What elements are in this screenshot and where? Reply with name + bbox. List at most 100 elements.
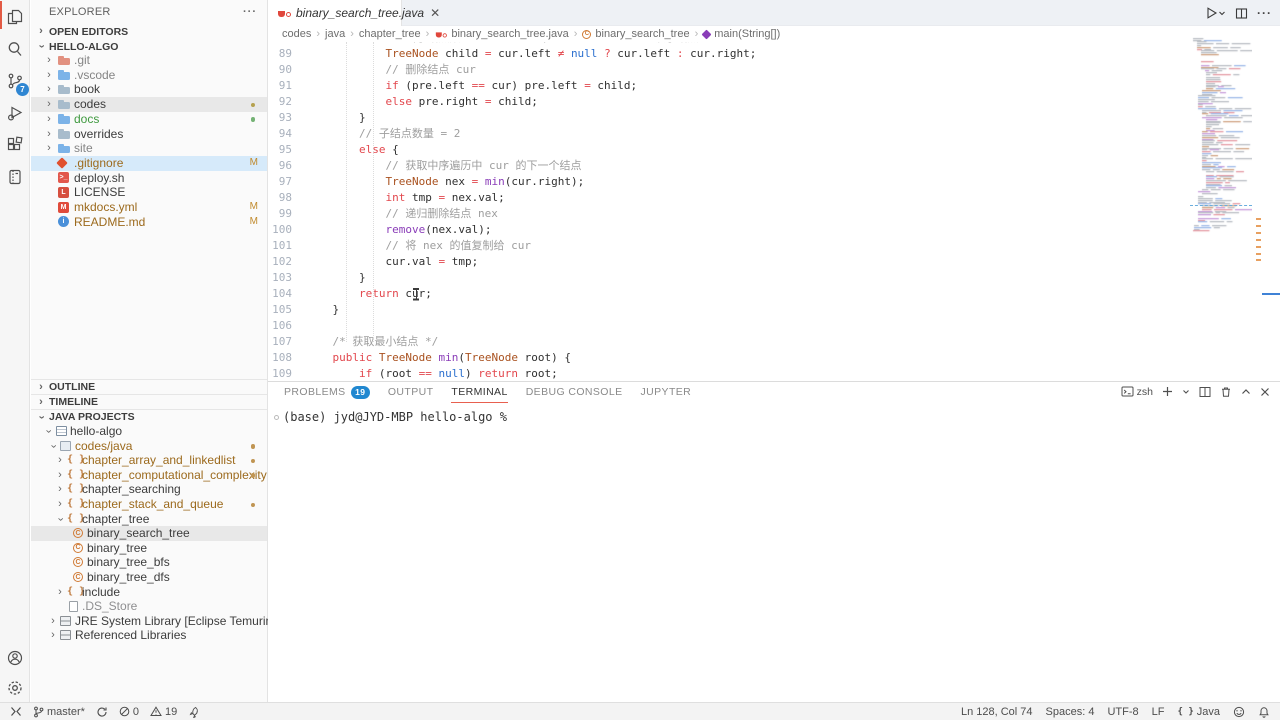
maximize-panel-icon[interactable] [1241, 387, 1251, 397]
tree-item-chapter-computational-complexity[interactable]: ›{ }chapter_computational_complexity [31, 468, 267, 483]
tree-item-chapter-tree[interactable]: ›{ }chapter_tree [31, 512, 267, 527]
breadcrumb-item[interactable]: main(String[]) [703, 28, 780, 40]
line-number: 91 [268, 78, 306, 94]
lib-icon [60, 616, 71, 626]
tree-item-label: .git [74, 53, 90, 68]
tree-item-jre-system-library-eclipse-temurin-17-17[interactable]: ›JRE System Library [Eclipse Temurin 17 … [31, 614, 267, 629]
settings-gear-icon[interactable] [0, 673, 30, 703]
language-mode[interactable]: { }Java [1177, 706, 1220, 718]
kill-terminal-icon[interactable] [1220, 386, 1232, 398]
tree-item-mkdocs-yml[interactable]: Mmkdocs.ymlM [31, 200, 267, 215]
split-editor-icon[interactable] [1235, 7, 1248, 20]
eol-setting[interactable]: LF [1152, 706, 1165, 718]
shell-picker[interactable]: zsh [1121, 385, 1153, 398]
more-actions-icon[interactable]: ··· [243, 6, 257, 18]
root-folder-section[interactable]: › HELLO-ALGO [31, 39, 267, 54]
open-editors-section[interactable]: › OPEN EDITORS [31, 24, 267, 39]
overview-warning-mark [1256, 246, 1261, 248]
tree-item-chapter-stack-and-queue[interactable]: ›{ }chapter_stack_and_queue [31, 497, 267, 512]
activity-extensions-icon[interactable] [0, 130, 30, 160]
tree-item-chapter-array-and-linkedlist[interactable]: ›{ }chapter_array_and_linkedlist [31, 453, 267, 468]
editor-actions: ··· [1204, 0, 1272, 26]
breadcrumb-item[interactable]: chapter_tree [359, 28, 421, 40]
tree-item-hello-algo[interactable]: ›hello-algo [31, 424, 267, 439]
minimap[interactable] [1190, 36, 1252, 236]
tree-item-book[interactable]: ›book [31, 82, 267, 97]
chevron-right-icon: › [56, 585, 64, 600]
tree-item-site[interactable]: ›site [31, 141, 267, 156]
terminal-prompt[interactable]: (base) jyd@JYD-MBP hello-algo % [283, 410, 507, 424]
activity-run-debug-icon[interactable] [0, 98, 30, 128]
tree-item-docs[interactable]: ›docs [31, 112, 267, 127]
breadcrumb-separator: › [350, 28, 354, 40]
sq-icon: L [58, 187, 69, 198]
tab-output[interactable]: OUTPUT [388, 382, 434, 403]
encoding-setting[interactable]: UTF-8 [1107, 706, 1138, 718]
tree-item-deploy-sh[interactable]: >_deploy.sh [31, 171, 267, 186]
code-text: // 子结点数量 = 2 [306, 126, 460, 142]
tree-item-referenced-libraries[interactable]: ›Referenced Libraries [31, 628, 267, 643]
breadcrumb-item[interactable]: Cbinary_search_tree [582, 28, 689, 40]
activity-search-icon[interactable] [0, 34, 30, 64]
code-editor[interactable]: 88 // 当子结点数量 = 0 / 1 时, child = null / 该… [268, 42, 1188, 381]
breadcrumb-item[interactable]: binary_search_tree.java [434, 28, 568, 41]
new-terminal-icon[interactable] [1162, 386, 1173, 397]
split-terminal-icon[interactable] [1199, 386, 1211, 398]
remote-indicator-icon[interactable] [10, 706, 22, 717]
terminal-dropdown-icon[interactable] [1182, 388, 1190, 396]
tab-terminal[interactable]: TERMINAL [451, 382, 507, 403]
tree-item-include[interactable]: ›{ }include [31, 585, 267, 600]
overview-warning-mark [1256, 253, 1261, 255]
warnings-indicator[interactable]: 19 [150, 706, 177, 718]
tree-item-binary-tree-bfs[interactable]: Cbinary_tree_bfs [31, 555, 267, 570]
tree-item-git[interactable]: ›.git [31, 53, 267, 68]
tree-item-ds-store[interactable]: .DS_Store [31, 599, 267, 614]
tree-item-vscode[interactable]: ›.vscode [31, 68, 267, 83]
tree-item-gitignore[interactable]: .gitignoreM [31, 156, 267, 171]
tree-item-binary-tree[interactable]: Cbinary_tree [31, 541, 267, 556]
modified-dot-badge [251, 444, 256, 449]
errors-indicator[interactable]: 0 [119, 706, 139, 718]
cursor-position[interactable]: Ln 128, Col 74 [961, 706, 1033, 718]
more-actions-icon[interactable]: ··· [1257, 6, 1272, 20]
line-number: 108 [268, 350, 306, 366]
tree-item-binary-tree-dfs[interactable]: Cbinary_tree_dfs [31, 570, 267, 585]
tab-jupyter[interactable]: JUPYTER [641, 382, 692, 403]
run-button[interactable] [1204, 6, 1226, 20]
activity-notebook-icon[interactable] [0, 162, 30, 192]
activity-source-control-icon[interactable]: 7 [0, 66, 30, 96]
account-icon[interactable] [0, 643, 30, 673]
tree-item-overrides[interactable]: ›overrides [31, 127, 267, 142]
tree-item-label: book [74, 82, 100, 97]
line-number: 109 [268, 366, 306, 381]
code-line-102: 102 cur.val = tmp; [268, 254, 1188, 270]
tree-item-license[interactable]: LLICENSE [31, 185, 267, 200]
tab-debug-console[interactable]: DEBUG CONSOLE [526, 382, 623, 403]
symbol-method-icon [702, 29, 712, 39]
java-projects-section[interactable]: › JAVA PROJECTS [31, 409, 267, 424]
vscode-window: 7 EXPLORER ··· [0, 0, 1280, 720]
close-panel-icon[interactable] [1260, 387, 1270, 397]
breadcrumb-item[interactable]: java [325, 28, 345, 40]
tab-binary-search-tree-java[interactable]: binary_search_tree.java ✕ [268, 0, 402, 26]
line-number: 103 [268, 270, 306, 286]
activity-explorer-icon[interactable] [0, 2, 30, 32]
tree-item-codes-java[interactable]: ›codes/java [31, 439, 267, 454]
breadcrumb-item[interactable]: codes [282, 28, 311, 40]
feedback-smiley-icon[interactable] [1233, 706, 1245, 718]
sync-icon[interactable] [96, 706, 108, 718]
git-branch-indicator[interactable]: master* [33, 706, 85, 718]
outline-section[interactable]: › OUTLINE [31, 379, 267, 394]
timeline-section[interactable]: › TIMELINE [31, 394, 267, 409]
indentation-setting[interactable]: Spaces: 4 [1046, 706, 1095, 718]
tree-item-chapter-searching[interactable]: ›{ }chapter_searching [31, 482, 267, 497]
notifications-bell-icon[interactable] [1258, 706, 1270, 718]
tree-item-readme-md[interactable]: iREADME.mdM [31, 215, 267, 230]
tree-item-label: chapter_stack_and_queue [82, 497, 223, 512]
tree-item-codes[interactable]: ›codes [31, 97, 267, 112]
tree-item-binary-search-tree[interactable]: Cbinary_search_tree [31, 526, 267, 541]
close-icon[interactable]: ✕ [430, 6, 440, 20]
tab-problems[interactable]: PROBLEMS 19 [284, 382, 370, 403]
code-lines: 88 // 当子结点数量 = 0 / 1 时, child = null / 该… [268, 42, 1188, 381]
rocket-icon[interactable] [188, 706, 200, 718]
